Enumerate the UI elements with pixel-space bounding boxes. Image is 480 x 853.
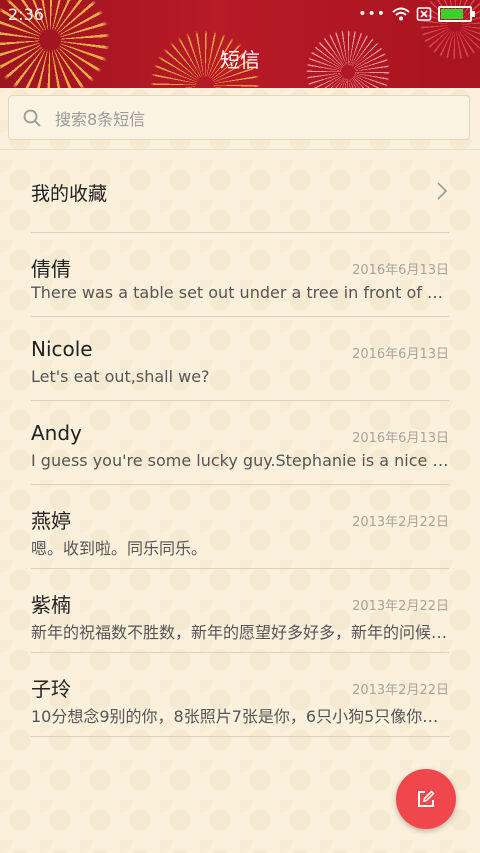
app-header: 2:36 ••• 短信 [0, 0, 480, 88]
contact-name: Andy [31, 421, 82, 445]
sim-off-icon [416, 7, 432, 21]
contact-name: 子玲 [31, 677, 71, 701]
conversation-row[interactable]: Nicole 2016年6月13日 Let's eat out,shall we… [0, 317, 480, 401]
message-preview: I guess you're some lucky guy.Stephanie … [31, 451, 449, 470]
message-date: 2016年6月13日 [352, 431, 449, 446]
message-preview: There was a table set out under a tree i… [31, 283, 449, 302]
compose-icon [418, 790, 435, 807]
favorites-row[interactable]: 我的收藏 [0, 150, 480, 232]
conversation-row[interactable]: 子玲 2013年2月22日 10分想念9别的你，8张照片7张是你，6只小狗5只像… [0, 653, 480, 737]
message-date: 2013年2月22日 [352, 683, 449, 698]
message-date: 2013年2月22日 [352, 599, 449, 614]
message-date: 2016年6月13日 [352, 347, 449, 362]
conversation-row[interactable]: 倩倩 2016年6月13日 There was a table set out … [0, 233, 480, 317]
message-preview: 10分想念9别的你，8张照片7张是你，6只小狗5只像你，4处寻你 [31, 707, 449, 726]
message-date: 2013年2月22日 [352, 515, 449, 530]
divider [31, 736, 449, 737]
search-input[interactable] [53, 104, 457, 134]
contact-name: 紫楠 [31, 593, 71, 617]
compose-button[interactable] [396, 769, 456, 829]
message-preview: 新年的祝福数不胜数，新年的愿望好多好多，新年的问候送给你 [31, 623, 449, 642]
more-dots-icon: ••• [358, 6, 386, 22]
contact-name: 燕婷 [31, 509, 71, 533]
conversation-row[interactable]: 燕婷 2013年2月22日 嗯。收到啦。同乐同乐。 [0, 485, 480, 569]
battery-icon [438, 6, 475, 22]
page-title: 短信 [220, 48, 260, 72]
contact-name: 倩倩 [31, 257, 71, 281]
conversation-row[interactable]: 紫楠 2013年2月22日 新年的祝福数不胜数，新年的愿望好多好多，新年的问候送… [0, 569, 480, 653]
chevron-right-icon [437, 182, 448, 200]
battery-level [441, 9, 464, 19]
search-bar[interactable] [8, 95, 470, 140]
favorites-label: 我的收藏 [31, 183, 108, 205]
status-time: 2:36 [8, 5, 44, 24]
message-date: 2016年6月13日 [352, 263, 449, 278]
status-bar: 2:36 ••• [0, 0, 480, 28]
contact-name: Nicole [31, 337, 93, 361]
message-preview: Let's eat out,shall we? [31, 367, 210, 386]
message-preview: 嗯。收到啦。同乐同乐。 [31, 539, 208, 558]
wifi-icon [392, 7, 410, 21]
search-icon [23, 109, 41, 127]
status-icons: ••• [358, 4, 475, 24]
conversation-row[interactable]: Andy 2016年6月13日 I guess you're some luck… [0, 401, 480, 485]
